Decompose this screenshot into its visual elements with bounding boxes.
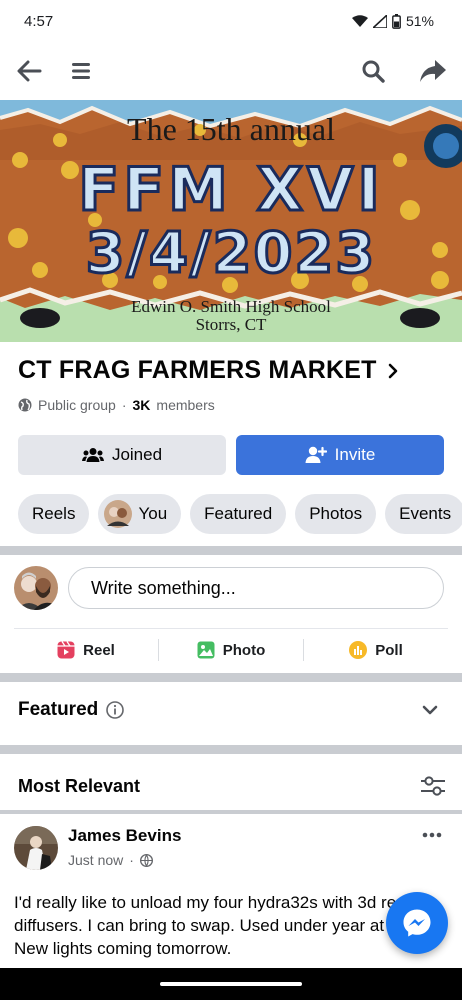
photo-button[interactable]: Photo bbox=[159, 641, 303, 659]
tab-photos[interactable]: Photos bbox=[295, 494, 377, 534]
post-meta: Just now · bbox=[68, 852, 181, 868]
featured-section-header[interactable]: Featured bbox=[18, 686, 438, 734]
meta-dot: · bbox=[129, 852, 134, 868]
group-members-icon bbox=[81, 448, 104, 462]
back-arrow-icon bbox=[17, 60, 42, 82]
poll-button[interactable]: Poll bbox=[304, 641, 448, 659]
invite-button[interactable]: Invite bbox=[236, 435, 444, 475]
reel-label: Reel bbox=[83, 641, 115, 659]
more-options-icon[interactable] bbox=[422, 832, 442, 838]
poll-label: Poll bbox=[375, 641, 403, 659]
tab-events-label: Events bbox=[399, 504, 452, 523]
section-divider bbox=[0, 673, 462, 682]
tab-featured[interactable]: Featured bbox=[190, 494, 287, 534]
members-count: 3K bbox=[132, 397, 151, 413]
avatar bbox=[14, 566, 58, 610]
featured-title: Featured bbox=[18, 699, 99, 720]
group-cover-photo[interactable]: The 15th annual FFM XVI 3/4/2023 Edwin O… bbox=[0, 100, 462, 342]
battery-level: 51% bbox=[405, 13, 434, 29]
section-divider bbox=[0, 810, 462, 814]
photo-label: Photo bbox=[222, 641, 266, 659]
members-label: members bbox=[156, 397, 215, 413]
chevron-down-icon[interactable] bbox=[422, 705, 438, 715]
share-icon bbox=[420, 60, 446, 82]
composer-placeholder: Write something... bbox=[91, 577, 236, 598]
avatar bbox=[14, 826, 58, 870]
status-time: 4:57 bbox=[24, 12, 54, 30]
menu-icon bbox=[72, 63, 90, 79]
cover-venue: Edwin O. Smith High School bbox=[131, 297, 331, 316]
post-composer: Write something... bbox=[14, 566, 444, 610]
group-name: CT FRAG FARMERS MARKET bbox=[18, 356, 377, 384]
user-avatar[interactable] bbox=[14, 566, 58, 610]
status-icons: 51% bbox=[351, 13, 434, 29]
info-icon[interactable] bbox=[106, 701, 125, 719]
messenger-icon bbox=[403, 909, 431, 937]
group-meta: Public group · 3K members bbox=[18, 397, 215, 413]
invite-label: Invite bbox=[334, 445, 376, 464]
globe-icon bbox=[139, 853, 153, 867]
filter-sliders-icon[interactable] bbox=[420, 775, 446, 797]
tab-featured-label: Featured bbox=[204, 504, 273, 523]
status-bar: 4:57 51% bbox=[0, 0, 462, 42]
battery-icon bbox=[392, 13, 401, 29]
group-tabs: Reels You Featured Photos Events bbox=[18, 494, 462, 534]
composer-divider bbox=[14, 628, 448, 629]
avatar bbox=[104, 500, 133, 528]
photo-icon bbox=[197, 641, 215, 659]
tab-reels-label: Reels bbox=[32, 504, 76, 523]
menu-button[interactable] bbox=[66, 56, 96, 86]
cover-town: Storrs, CT bbox=[196, 315, 267, 334]
cover-headline: FFM XVI bbox=[78, 155, 384, 225]
back-button[interactable] bbox=[14, 56, 44, 86]
meta-separator: · bbox=[121, 397, 127, 413]
cover-line1: The 15th annual bbox=[127, 111, 335, 147]
tab-you[interactable]: You bbox=[98, 494, 182, 534]
post-author-avatar[interactable] bbox=[14, 826, 58, 870]
composer-actions: Reel Photo Poll bbox=[14, 630, 448, 670]
joined-label: Joined bbox=[111, 445, 163, 464]
cover-artwork: The 15th annual FFM XVI 3/4/2023 Edwin O… bbox=[0, 100, 462, 342]
search-button[interactable] bbox=[358, 56, 388, 86]
globe-icon bbox=[18, 398, 32, 412]
search-icon bbox=[362, 60, 385, 83]
home-gesture-handle[interactable] bbox=[160, 982, 302, 986]
reel-button[interactable]: Reel bbox=[14, 641, 158, 659]
add-person-icon bbox=[305, 446, 327, 463]
chevron-right-icon bbox=[388, 363, 397, 378]
group-privacy: Public group bbox=[38, 397, 116, 413]
reel-icon bbox=[57, 641, 75, 659]
cover-date: 3/4/2023 bbox=[86, 221, 377, 286]
post-header: James Bevins Just now · bbox=[14, 826, 444, 870]
joined-button[interactable]: Joined bbox=[18, 435, 226, 475]
sort-label: Most Relevant bbox=[18, 775, 141, 796]
wifi-icon bbox=[351, 14, 368, 27]
top-nav bbox=[0, 42, 462, 100]
write-something-input[interactable]: Write something... bbox=[68, 567, 444, 609]
section-divider bbox=[0, 745, 462, 754]
post-timestamp[interactable]: Just now bbox=[68, 852, 123, 868]
post-author-name[interactable]: James Bevins bbox=[68, 826, 181, 846]
group-actions: Joined Invite bbox=[18, 435, 444, 475]
post-body-text: I'd really like to unload my four hydra3… bbox=[14, 893, 434, 958]
messenger-button[interactable] bbox=[386, 892, 448, 954]
signal-icon bbox=[372, 14, 387, 28]
feed-sort-header: Most Relevant bbox=[18, 764, 446, 808]
tab-you-label: You bbox=[138, 504, 168, 523]
tab-events[interactable]: Events bbox=[385, 494, 462, 534]
group-title-link[interactable]: CT FRAG FARMERS MARKET bbox=[18, 356, 399, 385]
system-navigation-bar bbox=[0, 968, 462, 1000]
section-divider bbox=[0, 546, 462, 555]
tab-photos-label: Photos bbox=[309, 504, 363, 523]
share-button[interactable] bbox=[418, 56, 448, 86]
tab-reels[interactable]: Reels bbox=[18, 494, 90, 534]
poll-icon bbox=[349, 641, 368, 659]
